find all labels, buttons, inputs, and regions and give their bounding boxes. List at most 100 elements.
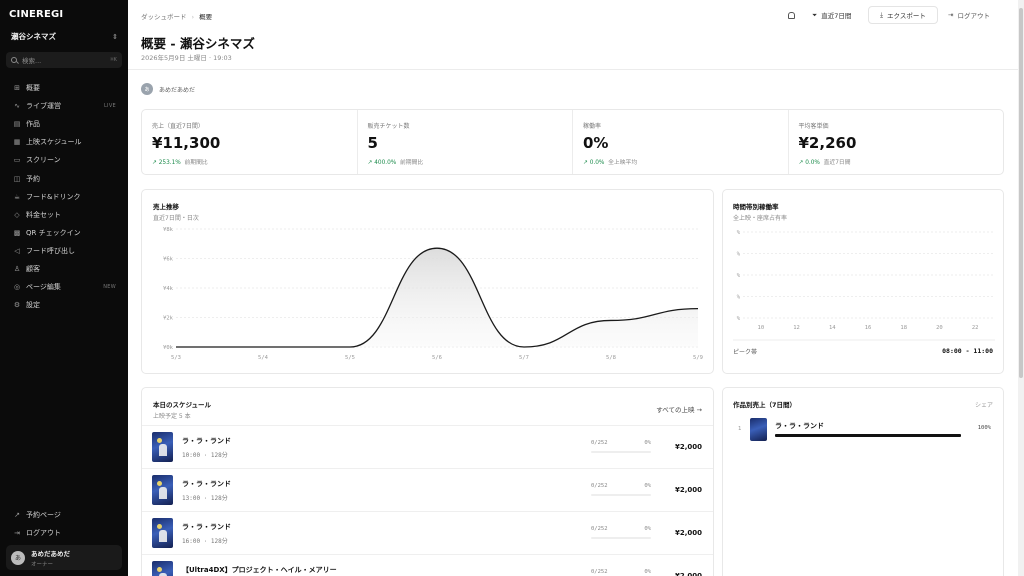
poster-figure <box>159 530 167 542</box>
kpi-note: 前期間比 <box>184 160 208 166</box>
works-share-bar <box>775 434 961 437</box>
y-tick-label: ¥0k <box>163 345 174 351</box>
kpi-delta: ↗ 400.0% <box>367 160 397 166</box>
sidebar-item[interactable]: ◎ ページ編集 NEW <box>0 278 128 296</box>
sidebar-item-label: スクリーン <box>26 156 61 165</box>
schedule-row[interactable]: ラ・ラ・ランド 10:00 · 128分 0/252 0% ¥2,000 <box>142 425 713 468</box>
poster-figure <box>159 487 167 499</box>
seat-percent: 0% <box>644 526 651 532</box>
works-poster <box>750 418 767 441</box>
works-title-label: ラ・ラ・ランド <box>775 422 824 430</box>
kpi-value: 5 <box>367 134 378 152</box>
logout-button[interactable]: ⇥ ログアウト <box>948 6 990 24</box>
y-tick-label: % <box>737 252 741 258</box>
poster-star <box>157 481 162 486</box>
poster-image <box>152 561 173 576</box>
kpi-label: 販売チケット数 <box>367 123 410 130</box>
notifications-button[interactable] <box>785 6 797 24</box>
sidebar-item-label: ライブ運営 <box>26 102 61 111</box>
date-range-button[interactable]: ⏷ 直近7日間 <box>812 6 851 24</box>
scrollbar[interactable] <box>1018 0 1024 576</box>
x-tick-label: 16 <box>865 325 872 331</box>
kpi-value: 0% <box>583 134 609 152</box>
seat-count: 0/252 <box>591 526 608 532</box>
sidebar-item-icon: ◎ <box>13 283 21 292</box>
schedule-row[interactable]: ラ・ラ・ランド 13:00 · 128分 0/252 0% ¥2,000 <box>142 468 713 511</box>
breadcrumb: ダッシュボード › 概要 <box>141 11 212 21</box>
sidebar-item-label: 顧客 <box>26 264 40 273</box>
sidebar-item[interactable]: ▭ スクリーン <box>0 151 128 169</box>
export-label: エクスポート <box>887 12 926 20</box>
breadcrumb-dashboard[interactable]: ダッシュボード <box>141 13 187 21</box>
works-item[interactable]: 1 ラ・ラ・ランド 100% <box>723 417 1003 443</box>
sidebar-item[interactable]: ∿ ライブ運営 LIVE <box>0 97 128 115</box>
poster-image <box>152 432 173 462</box>
seat-count: 0/252 <box>591 440 608 446</box>
y-tick-label: % <box>737 230 741 236</box>
x-tick-label: 5/9 <box>693 355 703 361</box>
y-tick-label: % <box>737 316 741 322</box>
kpi-value: ¥2,260 <box>798 134 857 152</box>
sidebar-footer-item[interactable]: ↗ 予約ページ <box>0 506 128 524</box>
sidebar-item[interactable]: ⊞ 概要 <box>0 79 128 97</box>
seat-count: 0/252 <box>591 483 608 489</box>
share-label: シェア <box>974 402 993 409</box>
sidebar-footer-item[interactable]: ⇥ ログアウト <box>0 524 128 542</box>
screening-title: ラ・ラ・ランド <box>182 523 231 531</box>
sidebar-item-label: 概要 <box>26 84 40 93</box>
seat-progress-bar <box>591 451 651 453</box>
kpi-delta: ↗ 253.1% <box>152 160 181 166</box>
sidebar-item[interactable]: ◁ フード呼び出し <box>0 242 128 260</box>
peak-label: ピーク帯 <box>733 349 758 356</box>
sidebar-item[interactable]: ♙ 顧客 <box>0 260 128 278</box>
sidebar-item-badge: LIVE <box>103 103 116 110</box>
theater-switcher[interactable]: 瀬谷シネマズ ⇕ <box>11 31 118 42</box>
works-title: 作品別売上（7日間） <box>733 401 797 409</box>
sidebar-item-icon: ▭ <box>13 156 21 165</box>
scrollbar-thumb[interactable] <box>1019 8 1023 378</box>
kpi-card: 販売チケット数 5 ↗ 400.0% 前期間比 <box>358 110 573 174</box>
x-tick-label: 5/8 <box>606 355 616 361</box>
schedule-subtitle: 上映予定 5 本 <box>153 413 191 420</box>
screening-price: ¥2,000 <box>674 486 702 494</box>
export-button[interactable]: ⤓ エクスポート <box>868 6 938 24</box>
poster-star <box>157 524 162 529</box>
works-rank: 1 <box>738 426 742 432</box>
x-tick-label: 20 <box>936 325 943 331</box>
sidebar-item-icon: ⊞ <box>14 84 20 93</box>
logout-label: ログアウト <box>957 12 990 20</box>
poster-image <box>152 475 173 505</box>
sidebar-item[interactable]: ▤ 作品 <box>0 115 128 133</box>
seat-capacity: 0/252 0% <box>591 440 651 446</box>
sidebar-item[interactable]: ◫ 予約 <box>0 169 128 187</box>
occupancy-chart-card: 時間帯別稼働率 全上映・座席占有率 %%%%% 10 12 14 16 18 20 22 ピー… <box>722 189 1004 374</box>
x-tick-label: 22 <box>972 325 979 331</box>
screening-time: 13:00 · 128分 <box>182 495 228 502</box>
x-tick-label: 5/7 <box>519 355 529 361</box>
all-screenings-link[interactable]: すべての上映 → <box>656 404 702 414</box>
screening-price: ¥2,000 <box>674 529 702 537</box>
sidebar-item-badge: NEW <box>103 284 116 291</box>
date-range-label: 直近7日間 <box>821 12 852 20</box>
user-tag: あ あめだあめだ <box>141 83 195 95</box>
poster-image <box>152 518 173 548</box>
sidebar-item[interactable]: ☕ フード&ドリンク <box>0 188 128 206</box>
y-tick-label: % <box>737 295 741 301</box>
kpi-note: 全上映平均 <box>608 160 638 166</box>
breadcrumb-separator: › <box>191 13 195 21</box>
sidebar-item-icon: ▤ <box>13 120 21 129</box>
kpi-label: 稼働率 <box>583 123 602 130</box>
schedule-row[interactable]: 【Ultra4DX】プロジェクト・ヘイル・メアリー 0/252 0% ¥2,000 <box>142 554 713 576</box>
seat-percent: 0% <box>644 440 651 446</box>
sidebar-item[interactable]: ▩ QR チェックイン <box>0 224 128 242</box>
schedule-row[interactable]: ラ・ラ・ランド 16:00 · 128分 0/252 0% ¥2,000 <box>142 511 713 554</box>
search-shortcut: ⌘K <box>110 57 117 63</box>
seat-capacity: 0/252 0% <box>591 569 651 575</box>
user-menu[interactable]: あ あめだあめだ オーナー <box>6 545 122 570</box>
sales-chart: ¥0k ¥2k ¥4k ¥6k ¥8k 5/3 5/4 5/5 5/6 5/7 5/8 5/9 <box>163 227 703 361</box>
sidebar-item[interactable]: ▦ 上映スケジュール <box>0 133 128 151</box>
sidebar-item[interactable]: ◇ 料金セット <box>0 206 128 224</box>
sidebar-item[interactable]: ⚙ 設定 <box>0 296 128 314</box>
search-input[interactable]: 検索... ⌘K <box>6 52 122 68</box>
sidebar-item-icon: ☕ <box>13 192 21 201</box>
